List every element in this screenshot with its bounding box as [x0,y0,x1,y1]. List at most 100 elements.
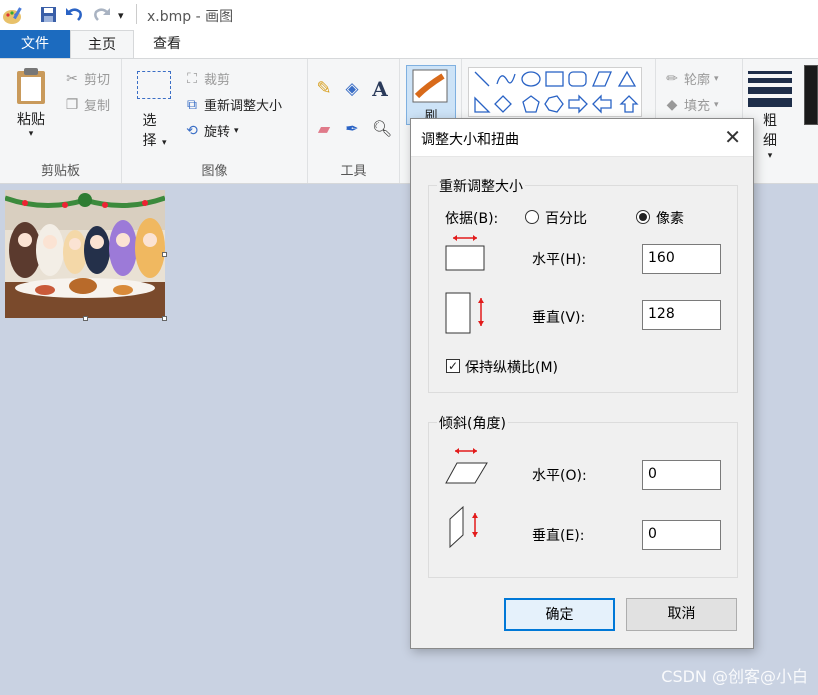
resize-handle-corner[interactable] [162,316,167,321]
outline-button-visible[interactable]: ✏ 轮廓 ▾ [664,69,719,89]
image-group-label: 图像 [201,164,228,179]
pixels-label[interactable]: 像素 [656,208,684,228]
crop-label: 裁剪 [204,73,231,88]
shapes-gallery[interactable] [468,67,642,117]
canvas-image[interactable] [5,190,165,318]
window-title: x.bmp - 画图 [147,9,234,25]
size-dropdown-icon: ▾ [767,151,773,161]
scissors-icon: ✂ [66,70,78,87]
tools-group: ✎ ◈ A ▰ ✒ 🔍︎ 工具 [308,59,400,183]
fill-dropdown-icon: ▾ [714,99,719,110]
keep-ratio-checkbox[interactable]: ✓ [446,359,460,373]
vertical-skew-icon [449,505,478,549]
keep-ratio-label[interactable]: 保持纵横比(M) [465,357,558,377]
select-dropdown-icon: ▾ [161,138,167,148]
quick-access-dropdown[interactable]: ▾ [118,9,124,22]
outline-dropdown-icon: ▾ [714,73,719,84]
eraser-icon[interactable]: ▰ [316,121,332,137]
size-line-1 [748,71,792,74]
tab-home[interactable]: 主页 [70,30,134,58]
dialog-header: 调整大小和扭曲 ✕ [411,119,753,157]
outline-icon: ✏ [666,70,678,87]
fill-label: 填充 [684,99,711,114]
skew-section-legend: 倾斜(角度) [437,413,508,433]
skew-horizontal-input[interactable]: 0 [642,460,721,490]
outline-label: 轮廓 [684,73,711,88]
rotate-button[interactable]: ⟲ 旋转 ▾ [184,121,239,141]
fill-button[interactable]: ◆ 填充 ▾ [664,95,719,115]
save-icon[interactable] [40,6,57,27]
resize-label: 重新调整大小 [204,99,283,114]
fill-icon: ◆ [666,96,678,113]
rotate-label: 旋转 [204,125,231,140]
size-line-2 [748,78,792,83]
dialog-title: 调整大小和扭曲 [421,132,519,148]
cancel-button[interactable]: 取消 [626,598,737,631]
ok-button[interactable]: 确定 [504,598,615,631]
pencil-icon[interactable]: ✎ [316,80,332,98]
select-button[interactable]: 选择 ▾ [134,71,174,152]
anime-illustration-image [5,190,165,318]
resize-icon: ⧉ [187,96,197,113]
brush-button[interactable]: 刷 [406,65,456,125]
size-label: 粗细 [763,113,777,149]
skew-vertical-input[interactable]: 0 [642,520,721,550]
percent-radio[interactable] [525,210,539,224]
tools-group-label: 工具 [340,164,367,179]
resize-section-legend: 重新调整大小 [437,176,525,196]
resize-vertical-label: 垂直(V): [532,310,586,326]
by-label: 依据(B): [445,211,499,227]
skew-vertical-label: 垂直(E): [532,528,585,544]
magnifier-icon[interactable]: 🔍︎ [372,121,392,137]
color-picker-icon[interactable]: ✒ [344,121,360,137]
tab-view[interactable]: 查看 [134,30,200,58]
tab-file[interactable]: 文件 [0,30,70,58]
rotate-icon: ⟲ [186,122,198,139]
skew-horizontal-label: 水平(O): [532,468,587,484]
clipboard-group: 粘贴 ▾ ✂ 剪切 ❐ 复制 剪贴板 [0,59,122,183]
pixels-radio[interactable] [636,210,650,224]
paste-button[interactable]: 粘贴 ▾ [10,67,52,147]
watermark: CSDN @创客@小白 [661,667,808,686]
resize-handle-bottom[interactable] [83,316,88,321]
image-group: 选择 ▾ ⛶ 裁剪 ⧉ 重新调整大小 ⟲ 旋转 ▾ 图像 [122,59,308,183]
resize-vertical-input[interactable]: 128 [642,300,721,330]
brush-icon [412,69,448,103]
copy-label: 复制 [84,99,111,114]
crop-button[interactable]: ⛶ 裁剪 [184,69,231,89]
cut-button[interactable]: ✂ 剪切 [64,69,111,89]
resize-horizontal-input[interactable]: 160 [642,244,721,274]
title-divider [136,4,137,24]
shapes-icons [474,70,639,114]
select-label: 选择 ▾ [134,111,174,152]
select-icon [137,71,171,99]
paste-label: 粘贴 [17,112,45,128]
undo-icon[interactable] [64,6,84,27]
paste-icon [17,68,45,104]
resize-handle-right[interactable] [162,252,167,257]
percent-label[interactable]: 百分比 [545,208,587,228]
rotate-dropdown-icon: ▾ [234,125,239,136]
resize-skew-dialog: 调整大小和扭曲 ✕ 重新调整大小 依据(B): 百分比 像素 水平(H): 16… [410,118,754,649]
cut-label: 剪切 [84,73,111,88]
copy-icon: ❐ [65,96,79,113]
horizontal-skew-icon [445,448,488,484]
close-icon[interactable]: ✕ [724,125,741,149]
paint-palette-icon [2,6,24,30]
size-line-3 [748,87,792,94]
text-tool-icon[interactable]: A [372,79,388,99]
ribbon-tabs: 文件 主页 查看 [0,30,818,58]
fill-bucket-icon[interactable]: ◈ [344,81,360,98]
color-1-swatch[interactable] [804,65,818,125]
resize-section: 重新调整大小 依据(B): 百分比 像素 水平(H): 160 垂直(V): 1… [428,176,738,393]
horizontal-resize-icon [445,235,485,271]
crop-icon: ⛶ [187,70,197,87]
resize-button[interactable]: ⧉ 重新调整大小 [184,95,283,115]
copy-button[interactable]: ❐ 复制 [64,95,111,115]
resize-horizontal-label: 水平(H): [532,252,587,268]
clipboard-group-label: 剪贴板 [40,164,80,179]
size-line-4 [748,98,792,107]
redo-icon[interactable] [92,6,112,27]
title-bar: ▾ x.bmp - 画图 [0,0,818,30]
size-button[interactable]: 粗细 ▾ [748,69,792,161]
